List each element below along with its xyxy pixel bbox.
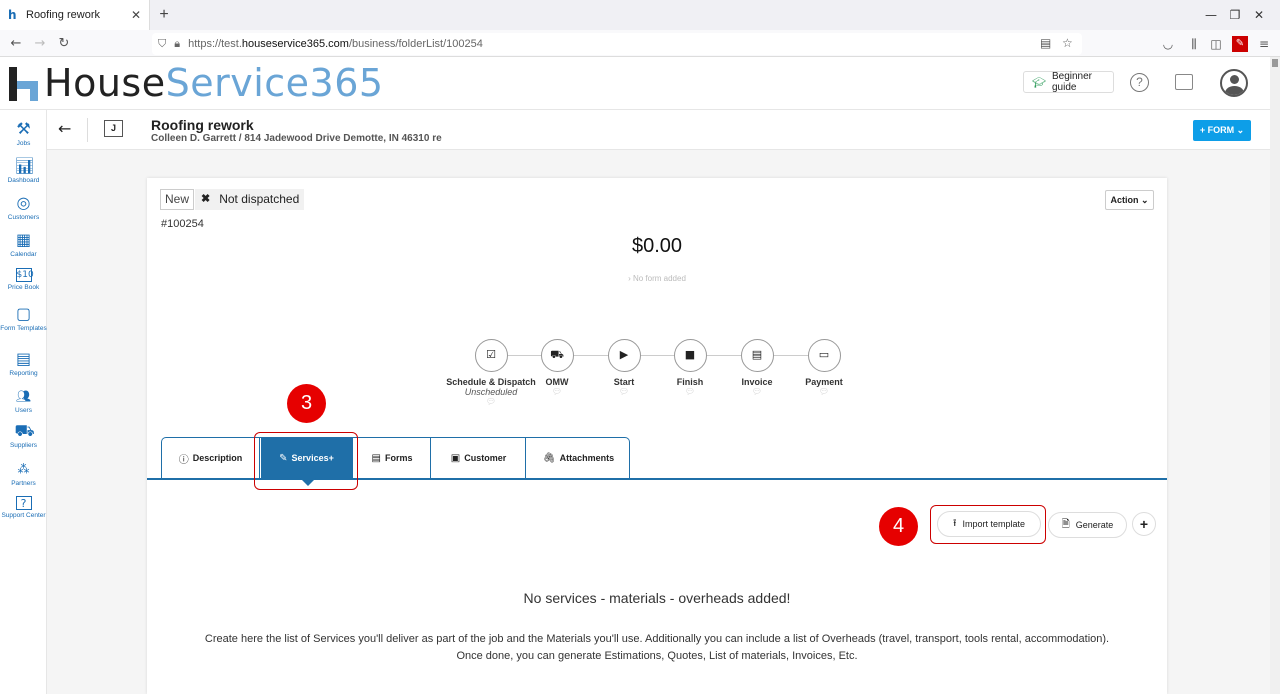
sidebar-item-suppliers[interactable]: ⛟ Suppliers xyxy=(0,422,47,450)
chart-icon: 📊︎ xyxy=(14,156,35,175)
window-close-icon[interactable]: ✕ xyxy=(1236,0,1280,30)
houseservice-favicon-icon: h xyxy=(8,8,17,22)
comment-icon[interactable]: 💬︎ xyxy=(779,387,869,396)
browser-nav-bar: ← → ↻ ⛉ 🔒︎ https://test.houseservice365.… xyxy=(0,30,1280,57)
sidebar-item-form-templates[interactable]: ▢ Form Templates xyxy=(0,305,47,333)
tab-customer[interactable]: ▣ Customer xyxy=(432,438,526,478)
forward-icon[interactable]: → xyxy=(30,34,50,54)
extension-icon[interactable]: ✎ xyxy=(1232,36,1248,52)
generate-document-icon: 🗎︎ xyxy=(1061,518,1070,530)
sidebar-toggle-icon[interactable]: ◫ xyxy=(1208,36,1224,52)
browser-tab-title: Roofing rework xyxy=(26,9,100,21)
form-icon: ▢ xyxy=(15,304,32,323)
sidebar-item-dashboard[interactable]: 📊︎ Dashboard xyxy=(0,157,47,185)
calendar-icon: ▦ xyxy=(15,230,32,249)
help-icon[interactable]: ? xyxy=(1130,73,1149,92)
close-tab-icon[interactable]: ✕ xyxy=(131,8,141,22)
empty-state-description: Create here the list of Services you'll … xyxy=(204,633,1110,662)
avatar[interactable] xyxy=(1220,69,1248,97)
job-amount: $0.00 xyxy=(631,235,683,257)
library-icon[interactable]: ⫼ xyxy=(1186,36,1202,52)
import-template-button[interactable]: ⭱ Import template xyxy=(937,511,1041,537)
url-text: https://test.houseservice365.com/busines… xyxy=(188,38,483,50)
action-dropdown[interactable]: Action ⌄ xyxy=(1105,190,1154,210)
price-tag-icon: $10 xyxy=(15,268,34,282)
logo-text: HouseService365 xyxy=(44,61,384,105)
annotation-4: 4 xyxy=(879,507,918,546)
no-form-text: › No form added xyxy=(628,274,686,283)
network-icon: ⁂ xyxy=(17,462,30,476)
tools-icon: ⚒ xyxy=(16,119,31,138)
graduation-cap-icon: 🎓︎ xyxy=(1032,75,1046,89)
add-form-button[interactable]: + FORM ⌄ xyxy=(1193,120,1251,141)
upload-icon: ⭱ xyxy=(952,517,957,529)
sidebar-item-reporting[interactable]: ▤ Reporting xyxy=(0,350,47,378)
menu-icon[interactable]: ≡ xyxy=(1256,36,1272,52)
job-type-badge: J xyxy=(104,120,123,137)
lock-icon: 🔒︎ xyxy=(174,37,181,50)
annotation-3: 3 xyxy=(287,384,326,423)
sidebar-item-calendar[interactable]: ▦ Calendar xyxy=(0,231,47,259)
truck-icon: ⛟ xyxy=(540,339,574,372)
beginner-guide-label: Beginner guide xyxy=(1051,71,1092,93)
id-card-icon: ▣ xyxy=(450,452,461,464)
browser-tab[interactable]: h Roofing rework ✕ xyxy=(0,0,150,30)
job-id: #100254 xyxy=(161,218,204,230)
users-icon: 👥︎ xyxy=(15,389,32,403)
sidebar-item-support-center[interactable]: ? Support Center xyxy=(0,496,47,520)
job-card: New ✖ Not dispatched #100254 Action ⌄ $0… xyxy=(147,178,1167,694)
info-icon: ⓘ xyxy=(178,454,189,466)
divider xyxy=(87,118,88,142)
sidebar-item-jobs[interactable]: ⚒ Jobs xyxy=(0,120,47,148)
step-payment[interactable]: ▭ Payment 💬︎ xyxy=(779,339,869,396)
calendar-check-icon: ☑ xyxy=(474,339,508,372)
play-icon: ▶ xyxy=(607,339,641,372)
report-icon: ▤ xyxy=(15,349,32,368)
status-dispatch-badge[interactable]: ✖ Not dispatched xyxy=(195,189,305,210)
document-icon: ▤ xyxy=(371,452,381,464)
reader-view-icon[interactable]: ▤ xyxy=(1040,36,1051,50)
sidebar-item-price-book[interactable]: $10 Price Book xyxy=(0,268,47,292)
comment-icon[interactable]: 💬︎ xyxy=(446,397,536,406)
page-scrollbar[interactable] xyxy=(1270,57,1280,694)
app-header: HouseService365 🎓︎ Beginner guide ? xyxy=(0,57,1270,110)
close-icon: ✖ xyxy=(201,193,211,205)
bookmark-star-icon[interactable]: ☆ xyxy=(1062,36,1073,50)
tab-attachments[interactable]: 🖇︎ Attachments xyxy=(527,438,630,478)
pocket-icon[interactable]: ◡ xyxy=(1160,36,1176,52)
card-icon: ▭ xyxy=(807,339,841,372)
logo[interactable]: HouseService365 xyxy=(6,61,384,105)
tab-description[interactable]: ⓘ Description xyxy=(162,438,260,478)
tab-forms[interactable]: ▤ Forms xyxy=(354,438,431,478)
document-icon: ▤ xyxy=(740,339,774,372)
job-header: ← J Roofing rework Colleen D. Garrett / … xyxy=(47,110,1270,150)
highlight-services-tab xyxy=(254,432,358,490)
sidebar: ⚒ Jobs 📊︎ Dashboard ◎ Customers ▦ Calend… xyxy=(0,110,47,694)
generate-button[interactable]: 🗎︎ Generate xyxy=(1048,512,1127,538)
shield-icon: ⛉ xyxy=(158,37,167,50)
folder-icon[interactable] xyxy=(1175,74,1193,90)
reload-icon[interactable]: ↻ xyxy=(54,34,74,54)
truck-icon: ⛟ xyxy=(14,421,35,440)
back-arrow-icon[interactable]: ← xyxy=(58,119,71,138)
paperclip-icon: 🖇︎ xyxy=(542,452,556,464)
stop-icon: ■ xyxy=(673,339,707,372)
empty-state-title: No services - materials - overheads adde… xyxy=(523,590,791,606)
help-icon: ? xyxy=(15,496,32,510)
sidebar-item-partners[interactable]: ⁂ Partners xyxy=(0,460,47,488)
new-tab-icon[interactable]: + xyxy=(155,6,173,24)
status-new-badge[interactable]: New xyxy=(160,189,195,210)
job-subtitle: Colleen D. Garrett / 814 Jadewood Drive … xyxy=(151,133,442,144)
add-item-button[interactable]: + xyxy=(1132,512,1156,536)
target-icon: ◎ xyxy=(16,193,31,212)
beginner-guide-button[interactable]: 🎓︎ Beginner guide xyxy=(1023,71,1114,93)
sidebar-item-customers[interactable]: ◎ Customers xyxy=(0,194,47,222)
url-bar[interactable]: ⛉ 🔒︎ https://test.houseservice365.com/bu… xyxy=(152,33,1082,55)
job-title: Roofing rework xyxy=(151,117,254,133)
sidebar-item-users[interactable]: 👥︎ Users xyxy=(0,387,47,415)
job-tabs: ⓘ Description ✎ Services+ ▤ Forms ▣ Cust… xyxy=(161,437,630,478)
back-icon[interactable]: ← xyxy=(6,34,26,54)
browser-tab-bar: h Roofing rework ✕ + — ❐ ✕ xyxy=(0,0,1280,30)
logo-mark-icon xyxy=(6,63,40,103)
